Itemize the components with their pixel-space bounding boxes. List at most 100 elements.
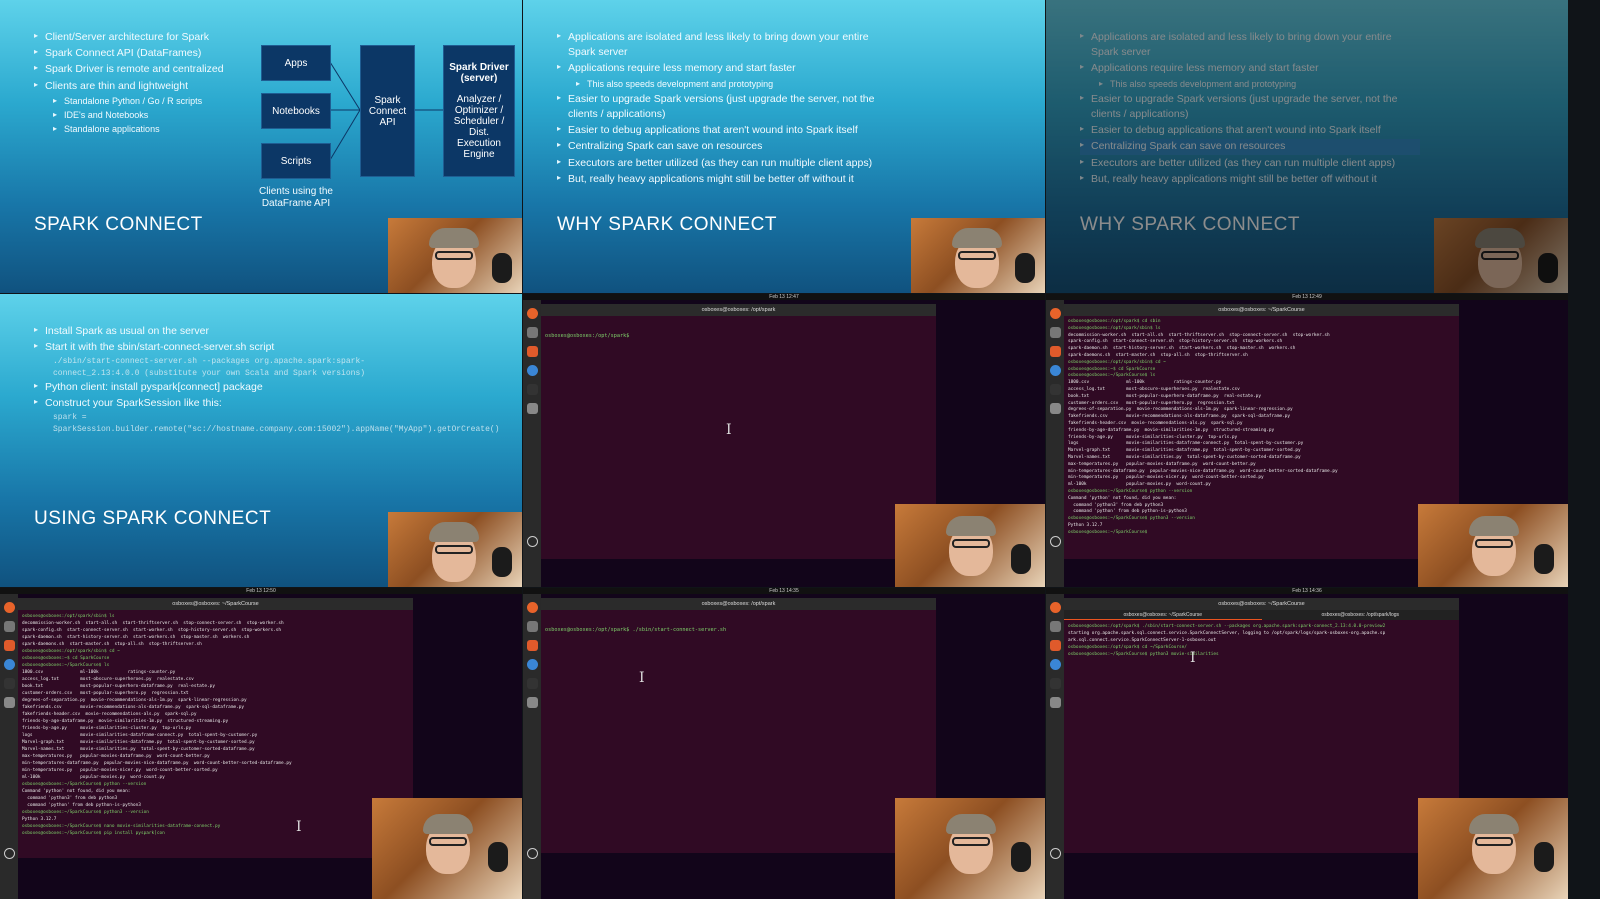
desktop-terminal-start-server: Feb 13 14:35 osboxes@osboxes: /opt/spark… bbox=[523, 588, 1045, 899]
ubuntu-icon[interactable] bbox=[1050, 536, 1061, 547]
software-icon[interactable] bbox=[526, 640, 538, 651]
terminal-window[interactable]: osboxes@osboxes: /opt/spark osboxes@osbo… bbox=[541, 598, 936, 853]
files-icon[interactable] bbox=[526, 621, 538, 632]
firefox-icon[interactable] bbox=[1049, 308, 1061, 319]
terminal-line: book.txt most-popular-superhero-datafram… bbox=[22, 684, 215, 689]
terminal-title: osboxes@osboxes: ~/SparkCourse bbox=[1064, 598, 1459, 610]
terminal-title: osboxes@osboxes: ~/SparkCourse bbox=[1064, 304, 1459, 316]
slide-title: WHY SPARK CONNECT bbox=[1080, 214, 1300, 235]
terminal-icon[interactable] bbox=[526, 678, 538, 689]
terminal-line: osboxes@osboxes:~/SparkCourse$ ls bbox=[22, 663, 110, 668]
terminal-line: min-temperatures.py popular-movies-nicer… bbox=[22, 768, 218, 773]
highlighted-bullet: Centralizing Spark can save on resources bbox=[1080, 139, 1420, 155]
terminal-icon[interactable] bbox=[526, 384, 538, 395]
terminal-line: osboxes@osboxes:~$ cd SparkCourse bbox=[22, 656, 110, 661]
app-dock bbox=[1046, 300, 1064, 587]
terminal-window[interactable]: osboxes@osboxes: ~/SparkCourse osboxes@o… bbox=[1064, 598, 1459, 853]
terminal-icon[interactable] bbox=[1049, 384, 1061, 395]
terminal-window[interactable]: osboxes@osboxes: ~/SparkCourse osboxes@o… bbox=[18, 598, 413, 858]
help-icon[interactable] bbox=[3, 659, 15, 670]
ubuntu-icon[interactable] bbox=[527, 536, 538, 547]
desktop-terminal-tabs: Feb 13 14:36 osboxes@osboxes: ~/SparkCou… bbox=[1046, 588, 1568, 899]
trash-icon[interactable] bbox=[3, 697, 15, 708]
spark-connect-api-box: Spark Connect API bbox=[360, 45, 415, 177]
firefox-icon[interactable] bbox=[3, 602, 15, 613]
system-topbar: Feb 13 14:35 bbox=[523, 588, 1045, 594]
ubuntu-icon[interactable] bbox=[527, 848, 538, 859]
terminal-line: Python 3.12.7 bbox=[1068, 522, 1103, 528]
firefox-icon[interactable] bbox=[526, 602, 538, 613]
bullet: Applications require less memory and sta… bbox=[557, 61, 897, 76]
terminal-window[interactable]: osboxes@osboxes: /opt/spark osboxes@osbo… bbox=[541, 304, 936, 559]
trash-icon[interactable] bbox=[526, 697, 538, 708]
slide-spark-connect: Client/Server architecture for Spark Spa… bbox=[0, 0, 522, 293]
terminal-icon[interactable] bbox=[1049, 678, 1061, 689]
files-icon[interactable] bbox=[1049, 327, 1061, 338]
trash-icon[interactable] bbox=[526, 403, 538, 414]
terminal-line: 1800.csv ml-100k ratings-counter.py bbox=[1068, 380, 1222, 386]
software-icon[interactable] bbox=[526, 346, 538, 357]
ubuntu-icon[interactable] bbox=[1050, 848, 1061, 859]
desktop-terminal-empty: Feb 13 12:47 osboxes@osboxes: /opt/spark… bbox=[523, 294, 1045, 587]
firefox-icon[interactable] bbox=[526, 308, 538, 319]
terminal-line: Command 'python' not found, did you mean… bbox=[22, 789, 131, 794]
software-icon[interactable] bbox=[3, 640, 15, 651]
desktop-terminal-pip: Feb 13 12:50 osboxes@osboxes: ~/SparkCou… bbox=[0, 588, 522, 899]
system-topbar: Feb 13 12:49 bbox=[1046, 294, 1568, 300]
software-icon[interactable] bbox=[1049, 640, 1061, 651]
spark-driver-box: Spark Driver (server) Analyzer / Optimiz… bbox=[443, 45, 515, 177]
ubuntu-icon[interactable] bbox=[4, 848, 15, 859]
terminal-line: osboxes@osboxes:~/SparkCourse$ pip insta… bbox=[22, 831, 165, 836]
terminal-line: osboxes@osboxes:~/SparkCourse$ python3 -… bbox=[1068, 516, 1195, 522]
terminal-output[interactable]: osboxes@osboxes:/opt/spark$ ./sbin/start… bbox=[541, 610, 936, 651]
terminal-tab[interactable]: osboxes@osboxes: ~/SparkCourse bbox=[1064, 610, 1262, 620]
slide-why-spark-connect-highlight: Applications are isolated and less likel… bbox=[1046, 0, 1568, 293]
trash-icon[interactable] bbox=[1049, 403, 1061, 414]
terminal-output[interactable]: osboxes@osboxes:/opt/spark$ cd sbin osbox… bbox=[1064, 316, 1459, 540]
bullet: Easier to debug applications that aren't… bbox=[557, 123, 897, 138]
terminal-window[interactable]: osboxes@osboxes: ~/SparkCourse osboxes@o… bbox=[1064, 304, 1459, 559]
terminal-line: spark-config.sh start-connect-server.sh … bbox=[22, 628, 282, 633]
help-icon[interactable] bbox=[526, 659, 538, 670]
app-dock bbox=[523, 300, 541, 587]
files-icon[interactable] bbox=[3, 621, 15, 632]
files-icon[interactable] bbox=[1049, 621, 1061, 632]
terminal-line: osboxes@osboxes:/opt/spark/sbin$ ls bbox=[22, 614, 115, 619]
help-icon[interactable] bbox=[1049, 365, 1061, 376]
help-icon[interactable] bbox=[526, 365, 538, 376]
terminal-line: 1800.csv ml-100k ratings-counter.py bbox=[22, 670, 176, 675]
terminal-title: osboxes@osboxes: /opt/spark bbox=[541, 304, 936, 316]
terminal-line: fakefriends.csv movie-recommendations-al… bbox=[22, 705, 245, 710]
firefox-icon[interactable] bbox=[1049, 602, 1061, 613]
webcam-presenter bbox=[388, 512, 522, 587]
terminal-line: Marvel-names.txt movie-similarities.py t… bbox=[22, 747, 255, 752]
apps-box: Apps bbox=[261, 45, 331, 81]
bullet: Applications are isolated and less likel… bbox=[1080, 30, 1420, 60]
terminal-output[interactable]: osboxes@osboxes:/opt/spark$ ./sbin/start… bbox=[1064, 620, 1459, 661]
bullet-list: Install Spark as usual on the server Sta… bbox=[34, 324, 499, 435]
webcam-presenter bbox=[911, 218, 1045, 293]
terminal-line: Marvel-graph.txt movie-similarities-data… bbox=[22, 740, 255, 745]
terminal-line: osboxes@osboxes:~/SparkCourse$ python --… bbox=[1068, 488, 1193, 494]
terminal-line: ark.sql.connect.service.SparkConnectServ… bbox=[1068, 638, 1217, 643]
help-icon[interactable] bbox=[1049, 659, 1061, 670]
bullet: Centralizing Spark can save on resources bbox=[557, 139, 897, 154]
trash-icon[interactable] bbox=[1049, 697, 1061, 708]
terminal-icon[interactable] bbox=[3, 678, 15, 689]
terminal-title: osboxes@osboxes: ~/SparkCourse bbox=[18, 598, 413, 610]
webcam-presenter bbox=[1418, 504, 1568, 587]
files-icon[interactable] bbox=[526, 327, 538, 338]
webcam-presenter bbox=[372, 798, 522, 899]
webcam-presenter bbox=[895, 798, 1045, 899]
terminal-output[interactable]: osboxes@osboxes:/opt/spark$ bbox=[541, 316, 936, 357]
terminal-line: osboxes@osboxes:/opt/spark/sbin$ cd ~ bbox=[1068, 359, 1166, 365]
terminal-output[interactable]: osboxes@osboxes:/opt/spark/sbin$ ls decom… bbox=[18, 610, 413, 840]
terminal-line: fakefriends-header.csv movie-recommendat… bbox=[22, 712, 197, 717]
app-dock bbox=[1046, 594, 1064, 899]
software-icon[interactable] bbox=[1049, 346, 1061, 357]
bullet: Construct your SparkSession like this: bbox=[34, 396, 394, 411]
text-cursor-icon: I bbox=[639, 670, 645, 686]
terminal-line: max-temperatures.py popular-movies-dataf… bbox=[22, 754, 210, 759]
terminal-line: logs movie-similarities-dataframe-connec… bbox=[22, 733, 258, 738]
terminal-tab[interactable]: osboxes@osboxes: /opt/spark/logs bbox=[1262, 610, 1460, 620]
